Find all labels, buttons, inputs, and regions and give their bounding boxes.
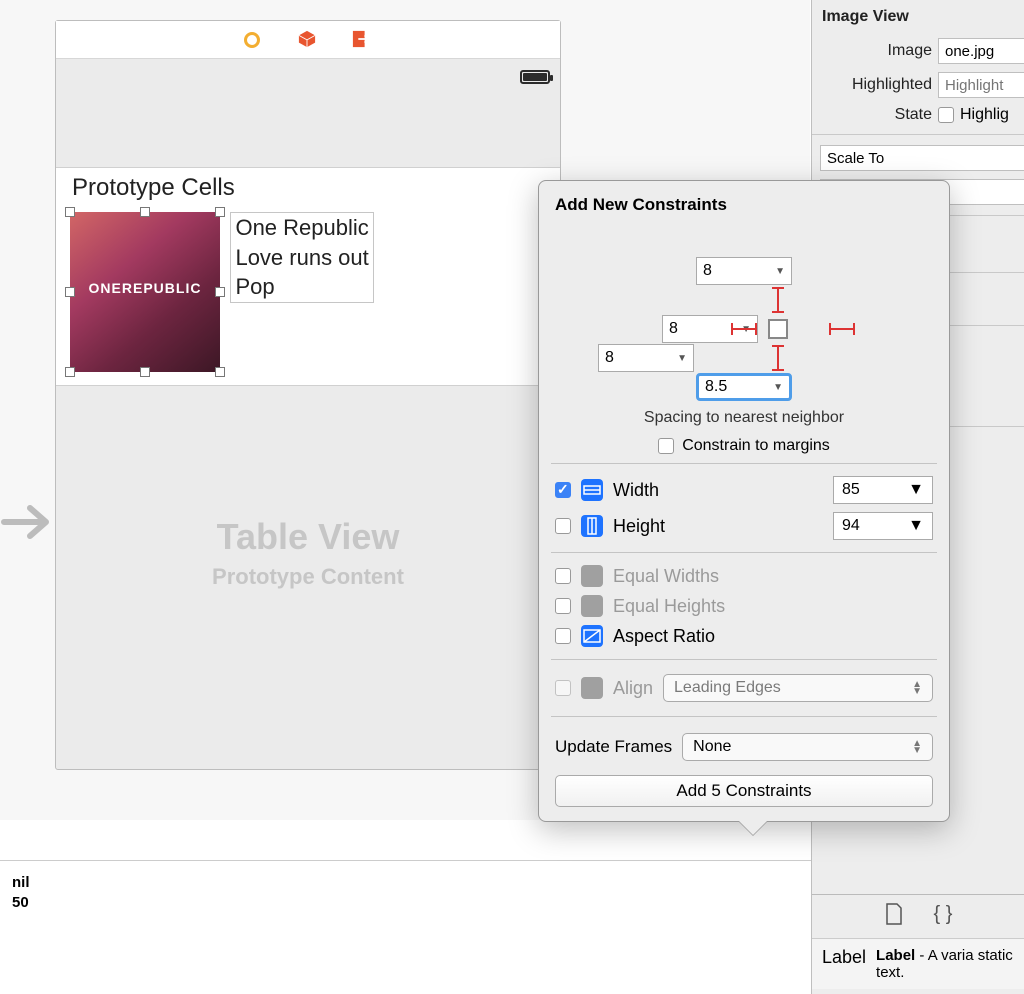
top-spacing-input[interactable]: 8▼ [696, 257, 792, 285]
scene-toolbar [56, 21, 560, 59]
update-frames-label: Update Frames [555, 737, 672, 757]
aspect-icon [581, 625, 603, 647]
eq-width-check [555, 568, 571, 584]
cell-text-labels[interactable]: One Republic Love runs out Pop [230, 212, 373, 303]
bottom-spacing-input[interactable]: 8.5▼ [696, 373, 792, 401]
add-constraints-popover[interactable]: Add New Constraints 8▼ 8▼ 8▼ 8.5▼ Spacin… [538, 180, 950, 822]
spacing-center-view [768, 319, 788, 339]
height-icon [581, 515, 603, 537]
eq-height-label: Equal Heights [613, 596, 933, 617]
eq-height-check [555, 598, 571, 614]
spacing-grid: 8▼ 8▼ 8▼ 8.5▼ [555, 227, 933, 401]
status-bar [56, 59, 560, 99]
code-snippet-icon[interactable]: { } [934, 903, 953, 930]
constrain-margins-label: Constrain to margins [682, 437, 830, 455]
eq-width-label: Equal Widths [613, 566, 933, 587]
object-library[interactable]: { } Label Label - A varia static text. [812, 894, 1024, 994]
width-icon [581, 479, 603, 501]
width-label: Width [613, 480, 823, 501]
align-label: Align [613, 678, 653, 699]
file-template-icon[interactable] [884, 903, 904, 930]
constrain-margins-check[interactable] [658, 438, 674, 454]
cell-subtitle-label: Love runs out [235, 243, 368, 273]
align-select[interactable]: Leading Edges▲▼ [663, 674, 933, 702]
tableview-placeholder-subtitle: Prototype Content [56, 564, 560, 590]
align-icon [581, 677, 603, 699]
top-strut[interactable] [777, 288, 779, 312]
height-check[interactable] [555, 518, 571, 534]
prototype-cell[interactable]: One Republic Love runs out Pop [56, 206, 560, 386]
add-constraints-button[interactable]: Add 5 Constraints [555, 775, 933, 807]
album-art-imageview[interactable] [70, 212, 220, 372]
library-item-label[interactable]: Label Label - A varia static text. [812, 938, 1024, 989]
storyboard-entry-arrow [0, 500, 56, 549]
battery-icon [520, 70, 550, 84]
inspector-section-title: Image View [812, 0, 1024, 34]
tableview-placeholder: Table View Prototype Content [56, 386, 560, 590]
height-label: Height [613, 516, 823, 537]
eq-width-icon [581, 565, 603, 587]
cube-icon[interactable] [298, 30, 318, 50]
update-frames-select[interactable]: None▲▼ [682, 733, 933, 761]
state-check-text: Highlig [960, 106, 1009, 124]
tableview-placeholder-title: Table View [56, 516, 560, 558]
popover-arrow [739, 821, 767, 835]
popover-title: Add New Constraints [555, 195, 933, 215]
highlighted-field-label: Highlighted [812, 76, 932, 94]
bottom-strut[interactable] [777, 346, 779, 370]
align-check [555, 680, 571, 696]
spacing-caption: Spacing to nearest neighbor [555, 409, 933, 427]
image-field[interactable] [938, 38, 1024, 64]
library-item-desc: Label - A varia static text. [876, 947, 1014, 981]
aspect-label: Aspect Ratio [613, 626, 933, 647]
eq-height-icon [581, 595, 603, 617]
image-field-label: Image [812, 42, 932, 60]
right-strut[interactable] [830, 328, 854, 330]
cell-title-label: One Republic [235, 213, 368, 243]
library-item-title: Label [822, 947, 866, 981]
highlighted-field[interactable] [938, 72, 1024, 98]
scene-device-frame[interactable]: Prototype Cells One Republic Love runs o… [55, 20, 561, 770]
left-strut[interactable] [732, 328, 756, 330]
right-spacing-input[interactable]: 8▼ [598, 344, 694, 372]
height-value-field[interactable]: 94▼ [833, 512, 933, 540]
exit-icon[interactable] [352, 30, 372, 50]
state-checkbox[interactable] [938, 107, 954, 123]
stop-icon[interactable] [244, 30, 264, 50]
width-check[interactable] [555, 482, 571, 498]
state-label: State [812, 106, 932, 124]
aspect-check[interactable] [555, 628, 571, 644]
prototype-cells-header: Prototype Cells [56, 167, 560, 206]
cell-genre-label: Pop [235, 272, 368, 302]
width-value-field[interactable]: 85▼ [833, 476, 933, 504]
content-mode-field[interactable] [820, 145, 1024, 171]
